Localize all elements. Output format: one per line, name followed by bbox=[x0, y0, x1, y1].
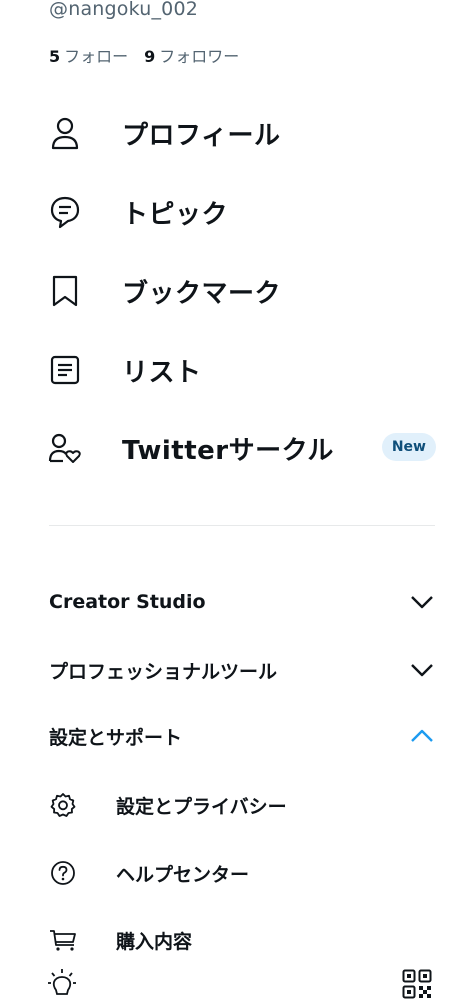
menu-item-label: Twitterサークル bbox=[122, 435, 334, 466]
gear-icon bbox=[49, 791, 77, 819]
menu-item-profile[interactable]: プロフィール bbox=[48, 111, 438, 155]
circle-person-heart-icon bbox=[48, 431, 82, 465]
menu-divider bbox=[49, 525, 435, 526]
sub-item-label: 設定とプライバシー bbox=[116, 795, 287, 818]
menu-item-twitter-circle[interactable]: Twitterサークル New bbox=[48, 426, 438, 470]
menu-item-lists[interactable]: リスト bbox=[48, 348, 438, 392]
section-settings-support[interactable]: 設定とサポート bbox=[49, 716, 435, 756]
chevron-up-icon bbox=[409, 723, 435, 749]
qr-code-icon[interactable] bbox=[402, 968, 432, 999]
menu-item-label: トピック bbox=[122, 199, 229, 230]
sub-item-label: ヘルプセンター bbox=[116, 863, 250, 886]
profile-handle: @nangoku_002 bbox=[49, 0, 199, 20]
following-label: フォロー bbox=[64, 47, 129, 66]
followers-link[interactable]: 9 フォロワー bbox=[144, 43, 239, 67]
help-circle-icon bbox=[49, 859, 77, 887]
purchases-item[interactable]: 購入内容 bbox=[49, 920, 435, 960]
cart-icon bbox=[49, 926, 77, 954]
menu-item-label: リスト bbox=[122, 357, 202, 388]
followers-label: フォロワー bbox=[159, 47, 240, 66]
sub-item-label: 購入内容 bbox=[116, 930, 193, 953]
chevron-down-icon bbox=[409, 657, 435, 683]
section-pro-tools[interactable]: プロフェッショナルツール bbox=[49, 650, 435, 690]
menu-item-label: ブックマーク bbox=[122, 278, 282, 309]
bookmark-icon bbox=[48, 274, 82, 308]
following-link[interactable]: 5 フォロー bbox=[49, 43, 128, 67]
follow-stats: 5 フォロー 9 フォロワー bbox=[49, 43, 239, 67]
chevron-down-icon bbox=[409, 589, 435, 615]
new-badge: New bbox=[381, 433, 436, 461]
brightness-icon[interactable] bbox=[48, 968, 76, 999]
help-center-item[interactable]: ヘルプセンター bbox=[49, 853, 435, 893]
menu-item-topics[interactable]: トピック bbox=[48, 190, 438, 234]
settings-privacy-item[interactable]: 設定とプライバシー bbox=[49, 785, 435, 825]
person-icon bbox=[48, 116, 82, 150]
followers-count: 9 bbox=[144, 47, 156, 66]
following-count: 5 bbox=[49, 47, 61, 66]
section-title: Creator Studio bbox=[49, 591, 206, 613]
menu-item-bookmarks[interactable]: ブックマーク bbox=[48, 269, 438, 313]
list-icon bbox=[48, 353, 82, 387]
topic-bubble-icon bbox=[48, 195, 82, 229]
section-creator-studio[interactable]: Creator Studio bbox=[49, 582, 435, 622]
section-title: プロフェッショナルツール bbox=[49, 660, 278, 683]
section-title: 設定とサポート bbox=[49, 726, 183, 749]
menu-item-label: プロフィール bbox=[122, 120, 281, 151]
